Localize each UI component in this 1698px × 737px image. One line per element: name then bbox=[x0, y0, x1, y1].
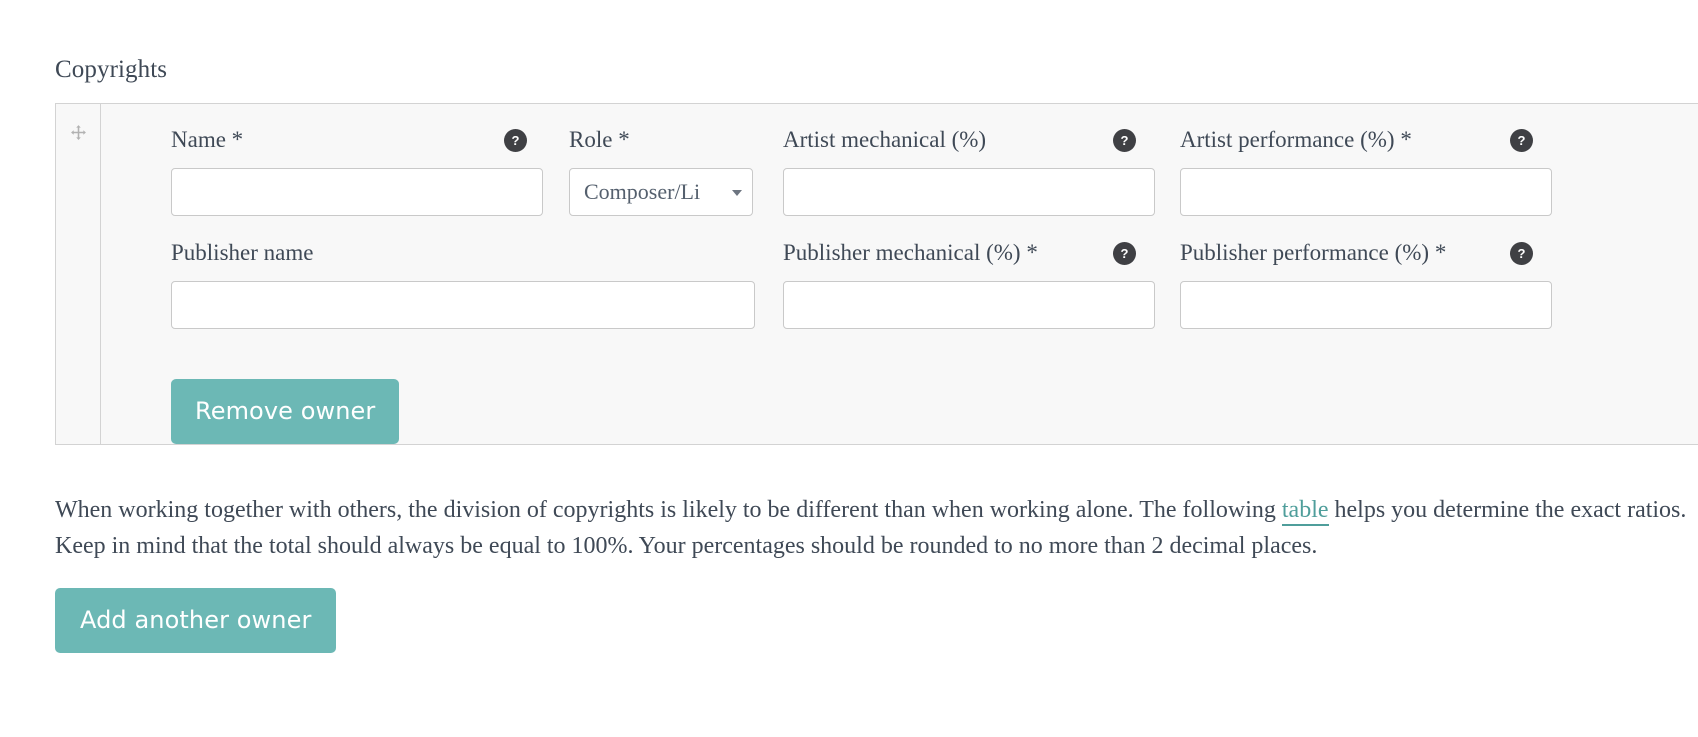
field-label-publisher-mechanical: Publisher mechanical (%) * ? bbox=[783, 239, 1155, 269]
field-label-publisher-performance: Publisher performance (%) * ? bbox=[1180, 239, 1552, 269]
field-label-publisher-name-text: Publisher name bbox=[171, 240, 314, 265]
field-publisher-name: Publisher name bbox=[171, 239, 755, 329]
field-publisher-mechanical: Publisher mechanical (%) * ? bbox=[783, 239, 1155, 329]
field-label-artist-performance-text: Artist performance (%) * bbox=[1180, 127, 1412, 152]
field-label-artist-mechanical-text: Artist mechanical (%) bbox=[783, 127, 987, 152]
artist-mechanical-input[interactable] bbox=[783, 168, 1155, 216]
field-label-name: Name * ? bbox=[171, 126, 543, 156]
role-select-wrapper: Composer/Li bbox=[569, 168, 753, 216]
page-title: Copyrights bbox=[55, 56, 168, 83]
table-link[interactable]: table bbox=[1281, 497, 1329, 526]
drag-handle[interactable] bbox=[56, 104, 101, 444]
field-label-artist-performance: Artist performance (%) * ? bbox=[1180, 126, 1552, 156]
helper-text-before: When working together with others, the d… bbox=[55, 497, 1282, 523]
field-artist-mechanical: Artist mechanical (%) ? bbox=[783, 126, 1155, 216]
help-icon-publisher-mechanical[interactable]: ? bbox=[1113, 242, 1136, 265]
role-select[interactable]: Composer/Li bbox=[569, 168, 753, 216]
field-label-publisher-name: Publisher name bbox=[171, 239, 755, 269]
helper-paragraph: When working together with others, the d… bbox=[55, 492, 1698, 564]
owner-field-row-1: Name * ? Role * Composer/Li Artist mecha… bbox=[101, 126, 1698, 238]
copyrights-page: Copyrights Name * ? Role * Composer/Li A… bbox=[0, 0, 1698, 737]
name-input[interactable] bbox=[171, 168, 543, 216]
help-icon-artist-mechanical[interactable]: ? bbox=[1113, 129, 1136, 152]
add-another-owner-button[interactable]: Add another owner bbox=[55, 588, 337, 653]
copyright-owner-panel: Name * ? Role * Composer/Li Artist mecha… bbox=[55, 103, 1698, 445]
move-arrows-icon bbox=[70, 125, 86, 140]
field-label-publisher-mechanical-text: Publisher mechanical (%) * bbox=[783, 240, 1038, 265]
publisher-name-input[interactable] bbox=[171, 281, 755, 329]
field-label-artist-mechanical: Artist mechanical (%) ? bbox=[783, 126, 1155, 156]
help-icon-publisher-performance[interactable]: ? bbox=[1510, 242, 1533, 265]
field-label-role-text: Role * bbox=[569, 127, 630, 152]
field-artist-performance: Artist performance (%) * ? bbox=[1180, 126, 1552, 216]
publisher-mechanical-input[interactable] bbox=[783, 281, 1155, 329]
field-label-name-text: Name * bbox=[171, 127, 244, 152]
owner-field-row-2: Publisher name Publisher mechanical (%) … bbox=[101, 239, 1698, 351]
field-label-publisher-performance-text: Publisher performance (%) * bbox=[1180, 240, 1447, 265]
remove-owner-button[interactable]: Remove owner bbox=[171, 379, 400, 444]
help-icon-name[interactable]: ? bbox=[504, 129, 527, 152]
help-icon-artist-performance[interactable]: ? bbox=[1510, 129, 1533, 152]
owner-fields: Name * ? Role * Composer/Li Artist mecha… bbox=[101, 104, 1698, 444]
field-role: Role * Composer/Li bbox=[569, 126, 753, 216]
field-publisher-performance: Publisher performance (%) * ? bbox=[1180, 239, 1552, 329]
field-name: Name * ? bbox=[171, 126, 543, 216]
field-label-role: Role * bbox=[569, 126, 753, 156]
artist-performance-input[interactable] bbox=[1180, 168, 1552, 216]
publisher-performance-input[interactable] bbox=[1180, 281, 1552, 329]
